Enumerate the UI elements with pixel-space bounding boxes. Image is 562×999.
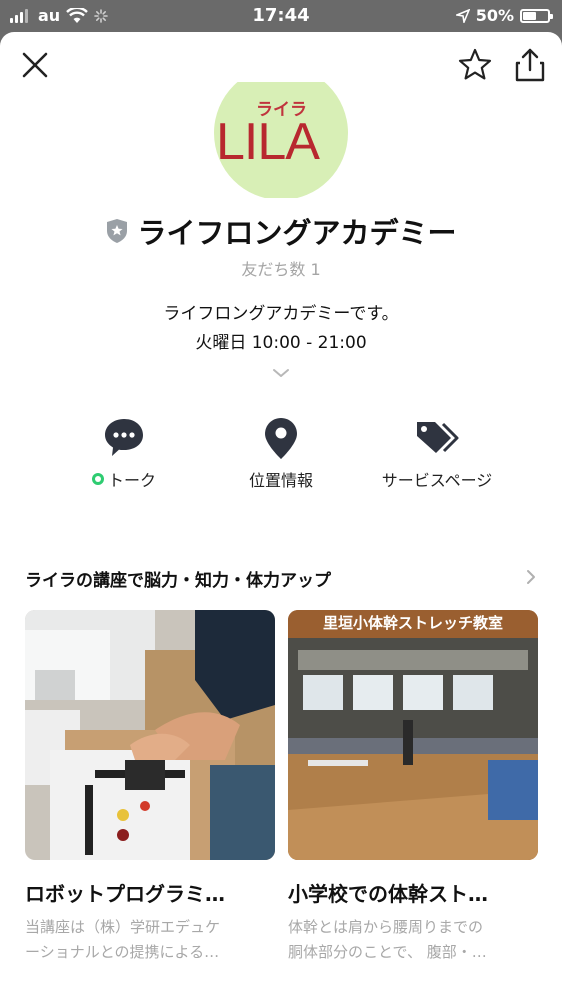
location-label: 位置情報 bbox=[196, 467, 366, 491]
location-arrow-icon bbox=[455, 8, 470, 23]
robot-programming-photo bbox=[25, 610, 275, 860]
share-icon[interactable] bbox=[512, 46, 548, 84]
card-description-line: 当講座は（株）学研エデュケ bbox=[25, 918, 221, 936]
talk-label: トーク bbox=[39, 467, 209, 491]
description-line: ライフロングアカデミーです。 bbox=[163, 304, 399, 324]
image-caption: 里垣小体幹ストレッチ教室 bbox=[322, 614, 503, 632]
chevron-right-icon[interactable] bbox=[524, 568, 538, 586]
chevron-down-icon[interactable] bbox=[270, 366, 292, 380]
service-page-button[interactable]: サービスページ bbox=[352, 416, 522, 496]
chat-bubble-icon bbox=[105, 419, 143, 456]
card-description-line: 胴体部分のことで、 腹部・… bbox=[288, 943, 487, 961]
card-description: 体幹とは肩から腰周りまでの 胴体部分のことで、 腹部・… bbox=[288, 915, 538, 965]
talk-text: トーク bbox=[107, 471, 156, 490]
card-description: 当講座は（株）学研エデュケ ーショナルとの提携による… bbox=[25, 915, 275, 965]
battery-icon bbox=[520, 8, 553, 23]
service-page-text: サービスページ bbox=[381, 471, 493, 490]
tag-icon bbox=[417, 422, 459, 453]
status-right: 50% bbox=[455, 6, 553, 25]
talk-button[interactable]: トーク bbox=[39, 416, 209, 496]
course-card[interactable]: 里垣小体幹ストレッチ教室 小学校での体幹スト… 体幹とは肩から腰周りまでの 胴体… bbox=[288, 610, 538, 965]
gym-stretch-photo bbox=[288, 610, 538, 860]
card-title: 小学校での体幹スト… bbox=[288, 882, 488, 906]
card-title: ロボットプログラミ… bbox=[25, 882, 225, 906]
location-button[interactable]: 位置情報 bbox=[196, 416, 366, 496]
logo-text: LILA bbox=[216, 113, 320, 171]
card-thumbnail: 里垣小体幹ストレッチ教室 bbox=[288, 610, 538, 860]
card-thumbnail bbox=[25, 610, 275, 860]
online-dot-icon bbox=[91, 473, 104, 485]
section-title: ライラの講座で脳力・知力・体力アップ bbox=[25, 571, 331, 591]
battery-fill bbox=[523, 11, 536, 20]
description-line: 火曜日 10:00 - 21:00 bbox=[195, 333, 367, 353]
friend-count: 友だち数 1 bbox=[241, 260, 321, 279]
account-name: ライフロングアカデミー bbox=[137, 216, 457, 250]
service-page-label: サービスページ bbox=[352, 467, 522, 491]
card-description-line: 体幹とは肩から腰周りまでの bbox=[288, 918, 484, 936]
card-description-line: ーショナルとの提携による… bbox=[25, 943, 220, 961]
close-icon[interactable] bbox=[18, 48, 52, 82]
account-name-row: ライフロングアカデミー bbox=[0, 210, 562, 252]
map-pin-icon bbox=[265, 418, 297, 459]
profile-sheet: ライラ LILA ライフロングアカデミー 友だち数 1 ライフロングアカデミーで… bbox=[0, 32, 562, 999]
status-bar: au 17:44 50% bbox=[0, 0, 562, 32]
profile-avatar[interactable]: ライラ LILA bbox=[214, 82, 348, 198]
favorite-star-icon[interactable] bbox=[456, 46, 494, 84]
action-buttons: トーク 位置情報 サービスページ bbox=[0, 416, 562, 496]
location-text: 位置情報 bbox=[248, 471, 313, 490]
account-description: ライフロングアカデミーです。 火曜日 10:00 - 21:00 bbox=[0, 300, 562, 358]
battery-percent: 50% bbox=[475, 6, 514, 25]
shield-badge-icon bbox=[107, 219, 128, 243]
course-card[interactable]: ロボットプログラミ… 当講座は（株）学研エデュケ ーショナルとの提携による… bbox=[25, 610, 275, 965]
